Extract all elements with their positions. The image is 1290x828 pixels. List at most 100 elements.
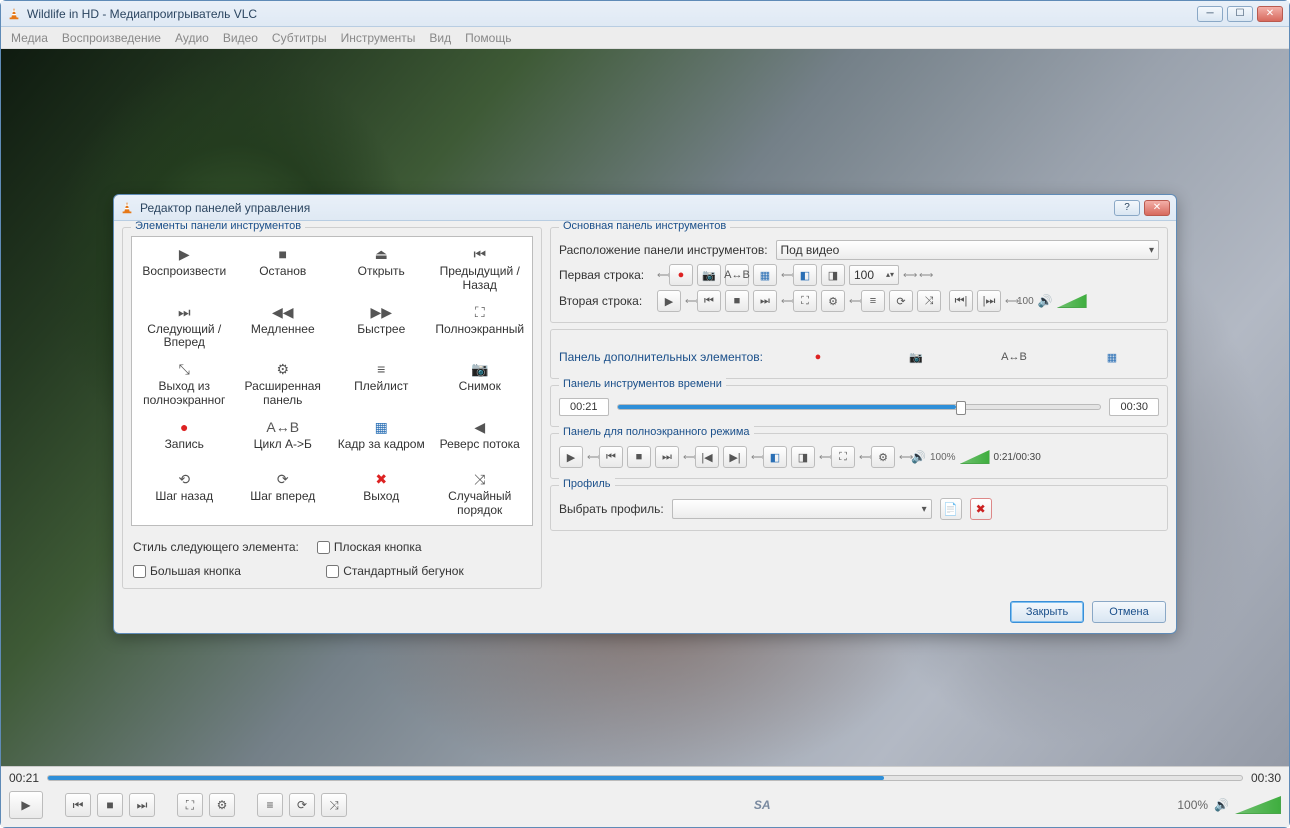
tool-item[interactable]: ◀Реверс потока — [432, 414, 529, 464]
tb-atob[interactable]: A↔B — [725, 264, 749, 286]
tb-prev[interactable]: ⏮ — [697, 290, 721, 312]
fullscreen-toolbar[interactable]: ▶⟷ ⏮ ■ ⏭⟷ |◀ ▶|⟷ ◧ ◨⟷ ⛶⟷ ⚙⟷ 🔊 100% 0:21/… — [559, 446, 1041, 468]
tool-item[interactable]: ⤡Выход из полноэкранног — [136, 356, 233, 412]
line1-spinbox[interactable]: 100 — [849, 265, 899, 285]
tool-item[interactable]: ⏭Следующий — [432, 523, 529, 526]
loop-button[interactable]: ⟳ — [289, 793, 315, 817]
tb-stop[interactable]: ■ — [725, 290, 749, 312]
dialog-titlebar[interactable]: Редактор панелей управления ? ✕ — [114, 195, 1176, 221]
tool-item[interactable]: ≡Плейлист — [333, 356, 430, 412]
fs-ext[interactable]: ⚙ — [871, 446, 895, 468]
tool-item[interactable]: ⏮Предыдущий / Назад — [432, 241, 529, 297]
menu-view[interactable]: Вид — [429, 31, 451, 45]
dialog-cancel-action[interactable]: Отмена — [1092, 601, 1166, 623]
speaker-icon[interactable]: 🔊 — [1214, 798, 1229, 812]
fs-volume[interactable] — [960, 450, 990, 464]
main-titlebar[interactable]: Wildlife in HD - Медиапроигрыватель VLC … — [1, 1, 1289, 27]
line2-volume[interactable] — [1057, 294, 1087, 308]
tb-ext[interactable]: ⚙ — [821, 290, 845, 312]
dialog-close-action[interactable]: Закрыть — [1010, 601, 1084, 623]
tool-item[interactable]: ▦Кадр за кадром — [333, 414, 430, 464]
tb-loop[interactable]: ⟳ — [889, 290, 913, 312]
fs-fs[interactable]: ⛶ — [831, 446, 855, 468]
tb-fs[interactable]: ⛶ — [793, 290, 817, 312]
toolbar-position-select[interactable]: Под видео — [776, 240, 1159, 260]
tb-next[interactable]: ⏭ — [753, 290, 777, 312]
tb-shuffle[interactable]: ⤨ — [917, 290, 941, 312]
tool-item[interactable]: ⏮Предыдущий — [333, 523, 430, 526]
dialog-help-button[interactable]: ? — [1114, 200, 1140, 216]
minimize-button[interactable]: ─ — [1197, 6, 1223, 22]
shuffle-button[interactable]: ⤨ — [321, 793, 347, 817]
tool-item[interactable]: ⤨Случайный порядок — [432, 466, 529, 522]
advanced-toolbar[interactable]: ● 📷 A↔B ▦ — [771, 346, 1159, 368]
tool-item[interactable]: A↔BЦикл A->Б — [235, 414, 332, 464]
fs-next[interactable]: ⏭ — [655, 446, 679, 468]
fs-chnext[interactable]: ▶| — [723, 446, 747, 468]
seek-slider[interactable] — [47, 775, 1243, 781]
toolbar-elements-list[interactable]: ▶Воспроизвести■Останов⏏Открыть⏮Предыдущи… — [131, 236, 533, 526]
tool-item[interactable]: ✖Выход — [333, 466, 430, 522]
tb-chapter-prev[interactable]: ⏮| — [949, 290, 973, 312]
dialog-close-button[interactable]: ✕ — [1144, 200, 1170, 216]
tool-item[interactable]: ⟲Шаг назад — [136, 466, 233, 522]
maximize-button[interactable]: ☐ — [1227, 6, 1253, 22]
tool-item[interactable]: ⛶Полноэкранный — [432, 299, 529, 355]
tool-item[interactable]: ⟳Шаг вперед — [235, 466, 332, 522]
fs-play[interactable]: ▶ — [559, 446, 583, 468]
menu-audio[interactable]: Аудио — [175, 31, 209, 45]
close-button[interactable]: ✕ — [1257, 6, 1283, 22]
adv-snapshot[interactable]: 📷 — [904, 346, 928, 368]
big-button-checkbox[interactable]: Большая кнопка — [133, 564, 241, 578]
tb-snapshot[interactable]: 📷 — [697, 264, 721, 286]
tool-item[interactable]: ▶▶Быстрее — [333, 299, 430, 355]
fs-stop[interactable]: ■ — [627, 446, 651, 468]
tool-item[interactable]: ⓘИнформация — [235, 523, 332, 526]
time-toolbar-slider[interactable] — [617, 404, 1102, 410]
menu-tools[interactable]: Инструменты — [341, 31, 416, 45]
menu-media[interactable]: Медиа — [11, 31, 48, 45]
speaker-icon[interactable]: 🔊 — [1038, 294, 1053, 308]
next-button[interactable]: ⏭ — [129, 793, 155, 817]
tb-record[interactable]: ● — [669, 264, 693, 286]
tool-item[interactable]: ▶Воспроизвести — [136, 241, 233, 297]
adv-record[interactable]: ● — [806, 346, 830, 368]
menu-subtitles[interactable]: Субтитры — [272, 31, 327, 45]
menu-playback[interactable]: Воспроизведение — [62, 31, 161, 45]
prev-button[interactable]: ⏮ — [65, 793, 91, 817]
adv-frame[interactable]: ▦ — [1100, 346, 1124, 368]
tool-item[interactable]: ⏏Открыть — [333, 241, 430, 297]
tb-fs1[interactable]: ◧ — [793, 264, 817, 286]
tool-item[interactable]: ⚙Расширенная панель — [235, 356, 332, 412]
profile-delete-button[interactable]: ✖ — [970, 498, 992, 520]
line1-toolbar[interactable]: ⟷ ● 📷 A↔B ▦ ⟷ ◧ ◨ 100 ⟷ ⟷ — [657, 264, 927, 286]
adv-atob[interactable]: A↔B — [1002, 346, 1026, 368]
tool-item[interactable]: Цикл / — [136, 523, 233, 526]
menu-video[interactable]: Видео — [223, 31, 258, 45]
profile-select[interactable] — [672, 499, 932, 519]
tool-item[interactable]: ●Запись — [136, 414, 233, 464]
stop-button[interactable]: ■ — [97, 793, 123, 817]
play-button[interactable]: ▶ — [9, 791, 43, 819]
flat-button-checkbox[interactable]: Плоская кнопка — [317, 540, 422, 554]
fs-tele1[interactable]: ◧ — [763, 446, 787, 468]
tool-item[interactable]: 📷Снимок — [432, 356, 529, 412]
ext-settings-button[interactable]: ⚙ — [209, 793, 235, 817]
menu-help[interactable]: Помощь — [465, 31, 511, 45]
tb-frame[interactable]: ▦ — [753, 264, 777, 286]
volume-slider[interactable] — [1235, 796, 1281, 814]
profile-new-button[interactable]: 📄 — [940, 498, 962, 520]
speaker-icon[interactable]: 🔊 — [911, 450, 926, 464]
tool-item[interactable]: ⏭Следующий / Вперед — [136, 299, 233, 355]
tool-item[interactable]: ■Останов — [235, 241, 332, 297]
playlist-button[interactable]: ≡ — [257, 793, 283, 817]
line2-toolbar[interactable]: ▶ ⟷ ⏮ ■ ⏭ ⟷ ⛶ ⚙ ⟷ ≡ ⟳ ⤨ ⏮| |⏭ — [657, 290, 1087, 312]
tool-item[interactable]: ◀◀Медленнее — [235, 299, 332, 355]
native-slider-checkbox[interactable]: Стандартный бегунок — [326, 564, 464, 578]
fs-tele2[interactable]: ◨ — [791, 446, 815, 468]
fs-prev[interactable]: ⏮ — [599, 446, 623, 468]
tb-playlist[interactable]: ≡ — [861, 290, 885, 312]
fs-chprev[interactable]: |◀ — [695, 446, 719, 468]
tb-chapter-next[interactable]: |⏭ — [977, 290, 1001, 312]
tb-play[interactable]: ▶ — [657, 290, 681, 312]
